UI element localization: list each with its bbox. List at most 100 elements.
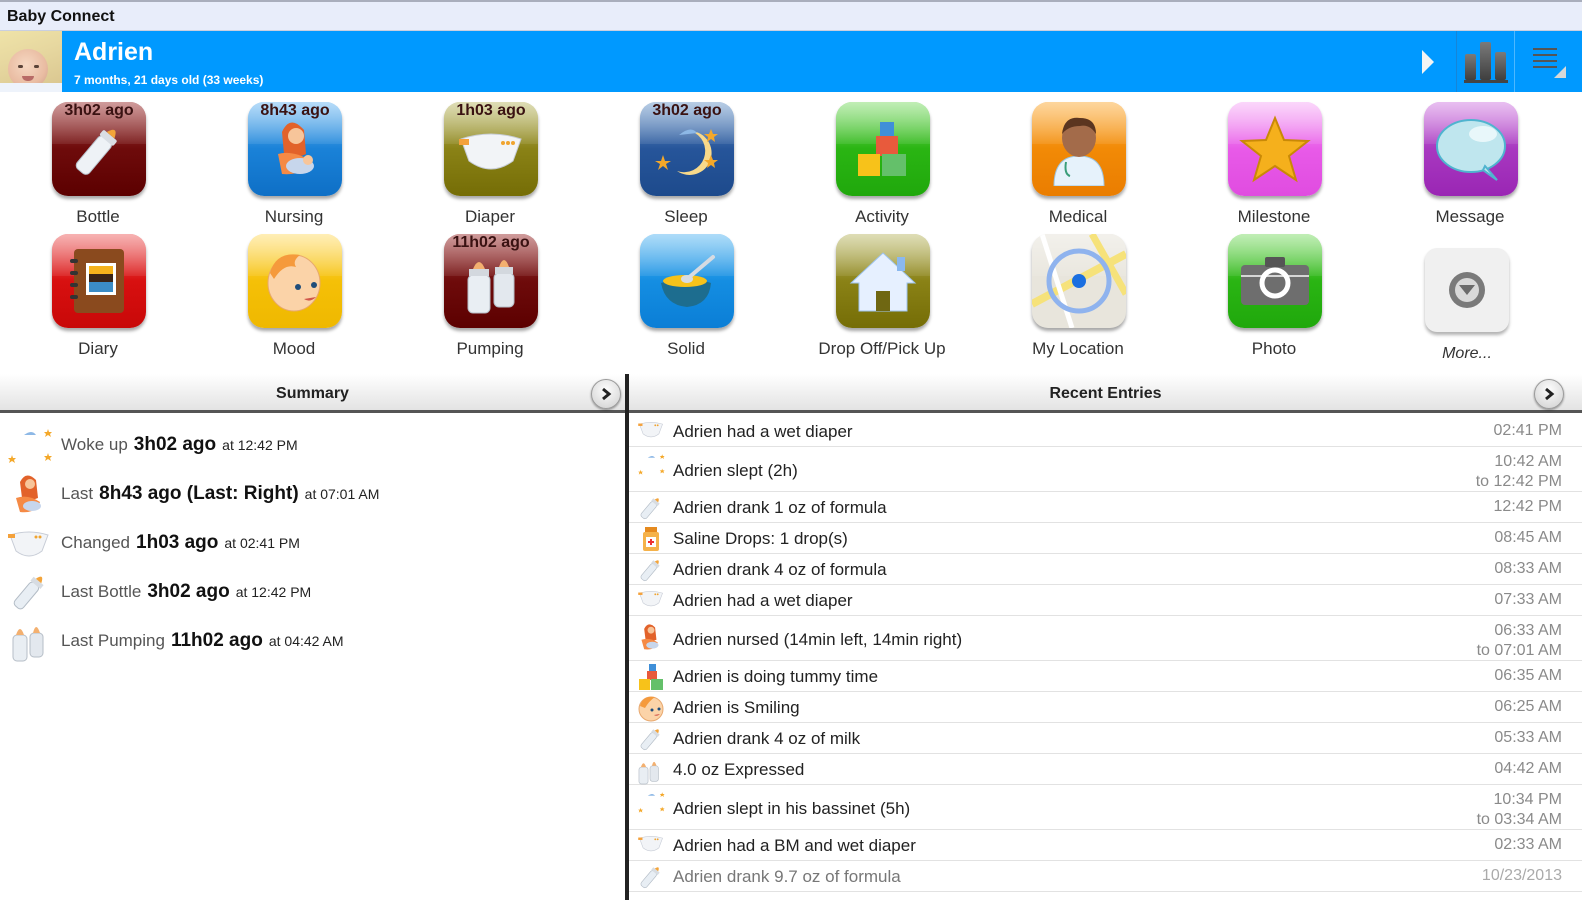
recent-header: Recent Entries (629, 374, 1582, 413)
summary-more-button[interactable] (591, 379, 621, 409)
app-title: Baby Connect (7, 8, 115, 25)
next-child-button[interactable] (1400, 31, 1456, 92)
diaper-icon (637, 587, 665, 615)
entry-time-start: 02:33 AM (1494, 836, 1562, 853)
recent-entry-row[interactable]: Adrien is doing tummy time 06:35 AM (629, 661, 1582, 692)
entry-time: 08:33 AM (1494, 559, 1562, 579)
star-icon (1228, 102, 1322, 196)
tile-mood[interactable]: Mood (196, 224, 392, 358)
entry-time-start: 10:34 PM (1493, 791, 1562, 808)
recent-entry-row[interactable]: Adrien drank 1 oz of formula 12:42 PM (629, 492, 1582, 523)
recent-entry-row[interactable]: Adrien slept in his bassinet (5h) 10:34 P… (629, 785, 1582, 830)
blocks-icon (637, 663, 665, 691)
recent-more-button[interactable] (1534, 379, 1564, 409)
entry-text: Adrien is doing tummy time (673, 667, 879, 686)
tile-diaper[interactable]: 1h03 ago Diaper (392, 92, 588, 226)
summary-value: 1h03 ago (136, 532, 219, 553)
entry-time-start: 04:42 AM (1494, 760, 1562, 777)
tile-diary[interactable]: Diary (0, 224, 196, 358)
tile-solid[interactable]: Solid (588, 224, 784, 358)
entry-time: 02:41 PM (1494, 421, 1562, 441)
tile-label: Solid (667, 339, 705, 358)
tile-pumping[interactable]: 11h02 ago Pumping (392, 224, 588, 358)
summary-row-nursing[interactable]: Last 8h43 ago (Last: Right) at 07:01 AM (0, 472, 625, 516)
entry-time-start: 06:25 AM (1494, 698, 1562, 715)
child-name[interactable]: Adrien (74, 38, 153, 67)
entry-time: 10:42 AM to 12:42 PM (1476, 452, 1562, 492)
summary-time: at 12:42 PM (222, 437, 298, 453)
map-location-icon (1032, 234, 1126, 328)
entry-time: 05:33 AM (1494, 728, 1562, 748)
menu-button[interactable] (1514, 31, 1582, 92)
entry-text: Adrien drank 1 oz of formula (673, 498, 887, 517)
charts-button[interactable] (1456, 31, 1514, 92)
entry-time: 12:42 PM (1494, 497, 1562, 517)
summary-row-sleep[interactable]: Woke up 3h02 ago at 12:42 PM (0, 423, 625, 467)
recent-entry-row[interactable]: Adrien is Smiling 06:25 AM (629, 692, 1582, 723)
entry-text: Adrien drank 9.7 oz of formula (673, 867, 901, 886)
tile-activity[interactable]: Activity (784, 92, 980, 226)
recent-entry-row[interactable]: Adrien drank 4 oz of milk 05:33 AM (629, 723, 1582, 754)
bottle-icon (637, 556, 665, 584)
summary-row-pumping[interactable]: Last Pumping 11h02 ago at 04:42 AM (0, 619, 625, 663)
tile-bottle[interactable]: 3h02 ago Bottle (0, 92, 196, 226)
summary-title: Summary (276, 385, 349, 402)
summary-value: 3h02 ago (147, 581, 230, 602)
entry-time-end: to 03:34 AM (1476, 811, 1562, 828)
entry-time-start: 06:35 AM (1494, 667, 1562, 684)
recent-entry-row[interactable]: Adrien had a BM and wet diaper 02:33 AM (629, 830, 1582, 861)
entry-time: 04:42 AM (1494, 759, 1562, 779)
tile-badge: 11h02 ago (452, 234, 530, 251)
entry-time: 08:45 AM (1494, 528, 1562, 548)
entry-text: Adrien is Smiling (673, 698, 800, 717)
diaper-icon (637, 418, 665, 446)
summary-value: 8h43 ago (Last: Right) (99, 483, 299, 504)
recent-entry-row[interactable]: Adrien drank 9.7 oz of formula 10/23/2013 (629, 861, 1582, 892)
recent-entry-row[interactable]: Adrien slept (2h) 10:42 AM to 12:42 PM (629, 447, 1582, 492)
bar-chart-icon (1463, 41, 1508, 83)
entry-text: Adrien nursed (14min left, 14min right) (673, 630, 963, 649)
tile-drop-off-pick-up[interactable]: Drop Off/Pick Up (784, 224, 980, 358)
summary-label: Last Bottle (61, 582, 142, 601)
recent-entry-row[interactable]: 4.0 oz Expressed 04:42 AM (629, 754, 1582, 785)
tile-photo[interactable]: Photo (1176, 224, 1372, 358)
food-bowl-icon (640, 234, 734, 328)
summary-label: Woke up (61, 435, 128, 454)
tile-label: Diary (78, 339, 118, 358)
tile-milestone[interactable]: Milestone (1176, 92, 1372, 226)
summary-row-diaper[interactable]: Changed 1h03 ago at 02:41 PM (0, 521, 625, 565)
tile-sleep[interactable]: 3h02 ago Sleep (588, 92, 784, 226)
entry-text: Adrien drank 4 oz of formula (673, 560, 887, 579)
summary-label: Changed (61, 533, 131, 552)
summary-row-bottle[interactable]: Last Bottle 3h02 ago at 12:42 PM (0, 570, 625, 614)
chevron-right-icon (602, 387, 612, 401)
recent-entry-row[interactable]: Adrien had a wet diaper 07:33 AM (629, 585, 1582, 616)
tile-my-location[interactable]: My Location (980, 224, 1176, 358)
tile-label: Pumping (456, 339, 524, 358)
tile-message[interactable]: Message (1372, 92, 1568, 226)
tile-medical[interactable]: Medical (980, 92, 1176, 226)
summary-time: at 12:42 PM (235, 584, 312, 600)
tile-label: My Location (1032, 339, 1124, 358)
entry-time-start: 05:33 AM (1494, 729, 1562, 746)
diaper-icon (637, 832, 665, 860)
baby-face-icon (637, 694, 665, 722)
entry-time: 06:25 AM (1494, 697, 1562, 717)
app-title-bar: Baby Connect (0, 0, 1582, 31)
more-label[interactable]: More... (1372, 345, 1562, 363)
entry-text: Adrien drank 4 oz of milk (673, 729, 861, 748)
more-button[interactable] (1425, 248, 1509, 332)
summary-header: Summary (0, 374, 625, 413)
recent-entry-row[interactable]: Adrien drank 4 oz of formula 08:33 AM (629, 554, 1582, 585)
overflow-menu-icon (1532, 47, 1566, 78)
entry-text: Adrien had a wet diaper (673, 591, 853, 610)
entry-time: 06:33 AM to 07:01 AM (1477, 621, 1562, 661)
action-grid: 3h02 ago Bottle 8h43 ago Nursing 1h03 ag… (0, 92, 1582, 374)
tile-nursing[interactable]: 8h43 ago Nursing (196, 92, 392, 226)
recent-entry-row[interactable]: Saline Drops: 1 drop(s) 08:45 AM (629, 523, 1582, 554)
recent-entry-row[interactable]: Adrien had a wet diaper 02:41 PM (629, 416, 1582, 447)
diary-book-icon (52, 234, 146, 328)
tile-badge: 3h02 ago (652, 102, 722, 119)
recent-entry-row[interactable]: Adrien nursed (14min left, 14min right) 0… (629, 616, 1582, 661)
child-avatar[interactable] (0, 31, 62, 92)
